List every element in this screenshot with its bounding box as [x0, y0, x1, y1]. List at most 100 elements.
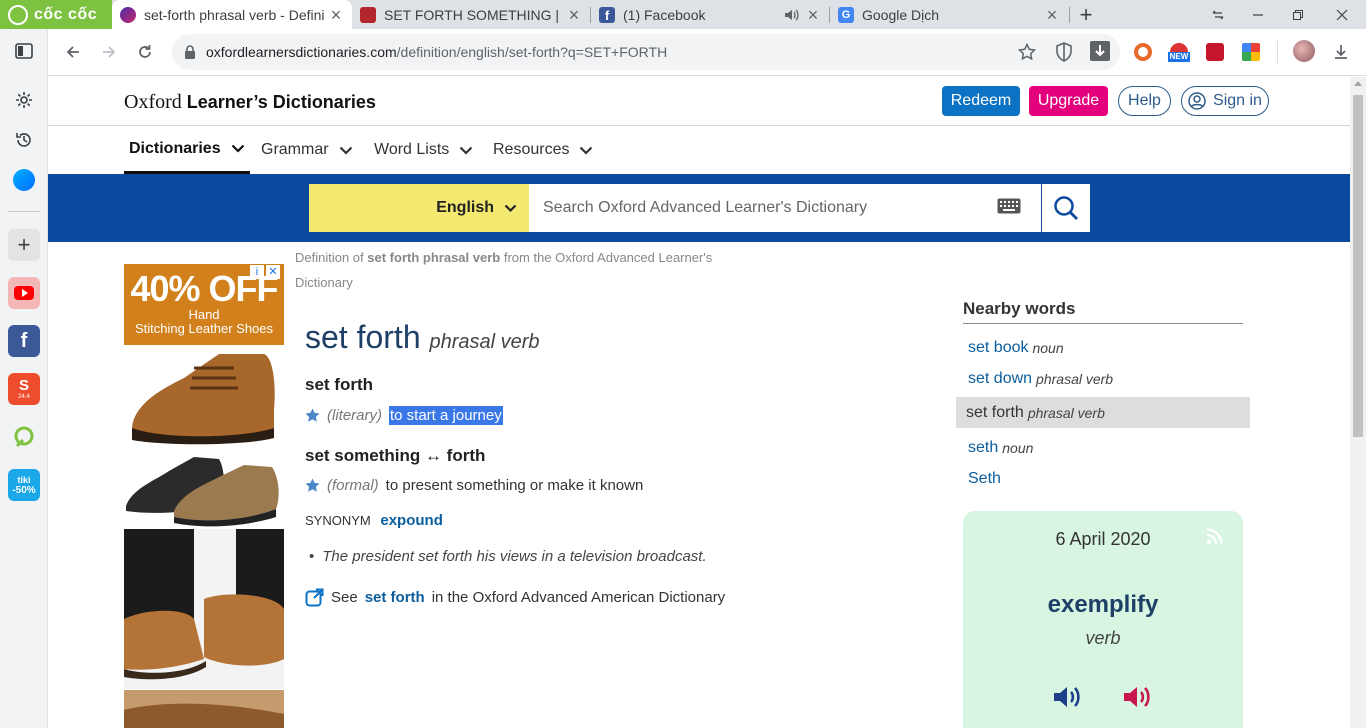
redeem-button[interactable]: Redeem [942, 86, 1020, 116]
downloads-button[interactable] [1326, 37, 1356, 67]
ad-close-icon[interactable]: ✕ [266, 265, 280, 279]
scrollbar-thumb[interactable] [1353, 95, 1363, 437]
tab-search-button[interactable] [1198, 0, 1238, 29]
shoes-worn-image [124, 529, 284, 689]
synonym-link[interactable]: expound [380, 512, 443, 529]
nav-grammar[interactable]: Grammar [261, 126, 353, 174]
sidebar-facebook-button[interactable]: f [8, 325, 40, 357]
minimize-button[interactable] [1238, 0, 1278, 29]
page-scrollbar[interactable] [1350, 77, 1366, 728]
color-grid-extension-icon[interactable] [1242, 43, 1260, 61]
sign-in-button[interactable]: Sign in [1181, 86, 1269, 116]
chevron-down-icon [339, 146, 352, 155]
scroll-up-arrow-icon[interactable] [1354, 81, 1362, 86]
upgrade-button[interactable]: Upgrade [1029, 86, 1108, 116]
close-tab-icon[interactable]: × [805, 6, 821, 24]
register-label: (formal) [327, 477, 379, 494]
tab-facebook[interactable]: f (1) Facebook × [591, 0, 829, 29]
search-button[interactable] [1042, 184, 1090, 232]
restore-icon [1293, 9, 1303, 20]
nearby-item-seth-noun[interactable]: seth noun [956, 432, 1250, 463]
sidebar-messenger-button[interactable] [8, 164, 40, 196]
nearby-item-set-down[interactable]: set down phrasal verb [956, 363, 1250, 394]
wotd-pos: verb [1085, 628, 1121, 648]
shoe-detail-image [124, 690, 284, 728]
address-bar[interactable]: oxfordlearnersdictionaries.com/definitio… [172, 34, 1120, 70]
ad-info-icon[interactable]: i [250, 265, 264, 279]
bookmark-star-icon[interactable] [1018, 43, 1036, 61]
restore-button[interactable] [1278, 0, 1318, 29]
sidebar-history-button[interactable] [8, 124, 40, 156]
gear-icon [16, 92, 32, 108]
star-icon[interactable] [305, 478, 320, 493]
reload-button[interactable] [130, 37, 160, 67]
new-extension-icon[interactable]: NEW [1168, 43, 1190, 62]
nearby-words-title: Nearby words [963, 299, 1243, 324]
sidebar-settings-button[interactable] [8, 84, 40, 116]
coccoc-extension-icon[interactable] [1134, 43, 1152, 61]
american-pronunciation-speaker-icon[interactable] [1121, 681, 1153, 713]
close-tab-icon[interactable]: × [1044, 6, 1060, 24]
brand-oxford: Oxford [124, 91, 182, 113]
british-pronunciation-speaker-icon[interactable] [1051, 681, 1083, 713]
shield-icon[interactable] [1055, 42, 1073, 62]
nearby-item-seth[interactable]: Seth [956, 463, 1250, 494]
nearby-word: set book [968, 338, 1029, 356]
external-link-icon[interactable] [305, 588, 324, 607]
coccoc-brand-text: cốc cốc [34, 5, 98, 23]
language-select[interactable]: English [309, 184, 529, 232]
nav-resources[interactable]: Resources [493, 126, 593, 174]
tab-cambridge[interactable]: SET FORTH SOMETHING | Địn × [352, 0, 590, 29]
search-input[interactable] [543, 199, 983, 217]
black-and-tan-shoes-image [124, 451, 284, 529]
chevron-down-icon [460, 146, 473, 155]
coccoc-logo-icon [8, 4, 28, 25]
nearby-item-set-book[interactable]: set book noun [956, 332, 1250, 363]
nav-dictionaries[interactable]: Dictionaries [124, 126, 250, 174]
new-tab-button[interactable]: + [1066, 0, 1106, 29]
sidebar-tiki-button[interactable]: tiki -50% [8, 469, 40, 501]
lock-icon[interactable] [184, 45, 196, 59]
language-label: English [436, 199, 494, 216]
site-logo[interactable]: Oxford Learner’s Dictionaries [124, 91, 376, 114]
see-also-prefix: See [331, 589, 358, 606]
sidebar-green-app-button[interactable] [8, 421, 40, 453]
sidebar-toggle-button[interactable] [8, 35, 40, 67]
see-also-link[interactable]: set forth [365, 589, 425, 606]
close-tab-icon[interactable]: × [566, 6, 582, 24]
google-translate-favicon-icon: G [838, 6, 854, 23]
audio-playing-icon[interactable] [783, 7, 799, 23]
history-icon [16, 133, 31, 147]
keyboard-icon[interactable] [997, 198, 1021, 214]
help-button[interactable]: Help [1118, 86, 1171, 116]
star-icon[interactable] [305, 408, 320, 423]
reload-icon [139, 45, 151, 58]
close-window-button[interactable] [1322, 0, 1362, 29]
forward-arrow-icon [103, 46, 116, 58]
sidebar-shopee-button[interactable]: S 24.4 [8, 373, 40, 405]
profile-avatar[interactable] [1293, 40, 1315, 62]
coccoc-logo[interactable]: cốc cốc [0, 0, 112, 29]
ad-line-2: Stitching Leather Shoes [134, 321, 274, 336]
close-tab-icon[interactable]: × [328, 6, 344, 24]
tab-google-translate[interactable]: G Google Dịch × [830, 0, 1068, 29]
red-extension-icon[interactable] [1206, 43, 1224, 61]
tab-oxford[interactable]: set-forth phrasal verb - Definit × [112, 0, 352, 29]
tab-title: set-forth phrasal verb - Definit [144, 6, 324, 23]
chevron-down-icon [580, 146, 593, 155]
browser-sidebar: + f S 24.4 tiki -50% [0, 29, 48, 728]
nav-word-lists[interactable]: Word Lists [374, 126, 473, 174]
shoe-advertisement[interactable]: 40% OFF Hand Stitching Leather Shoes i ✕ [124, 264, 284, 728]
sidebar-youtube-button[interactable] [8, 277, 40, 309]
back-button[interactable] [58, 37, 88, 67]
nav-label: Word Lists [374, 141, 450, 158]
tiki-discount-badge: -50% [12, 484, 36, 496]
word-of-the-day-card: 6 April 2020 exemplify verb [963, 511, 1243, 728]
forward-button[interactable] [94, 37, 124, 67]
wotd-word[interactable]: exemplify [963, 591, 1243, 619]
download-page-button[interactable] [1090, 41, 1110, 61]
rss-icon[interactable] [1206, 527, 1224, 545]
search-band: English [48, 174, 1350, 242]
nearby-item-set-forth[interactable]: set forth phrasal verb [956, 397, 1250, 428]
sidebar-add-button[interactable]: + [8, 229, 40, 261]
